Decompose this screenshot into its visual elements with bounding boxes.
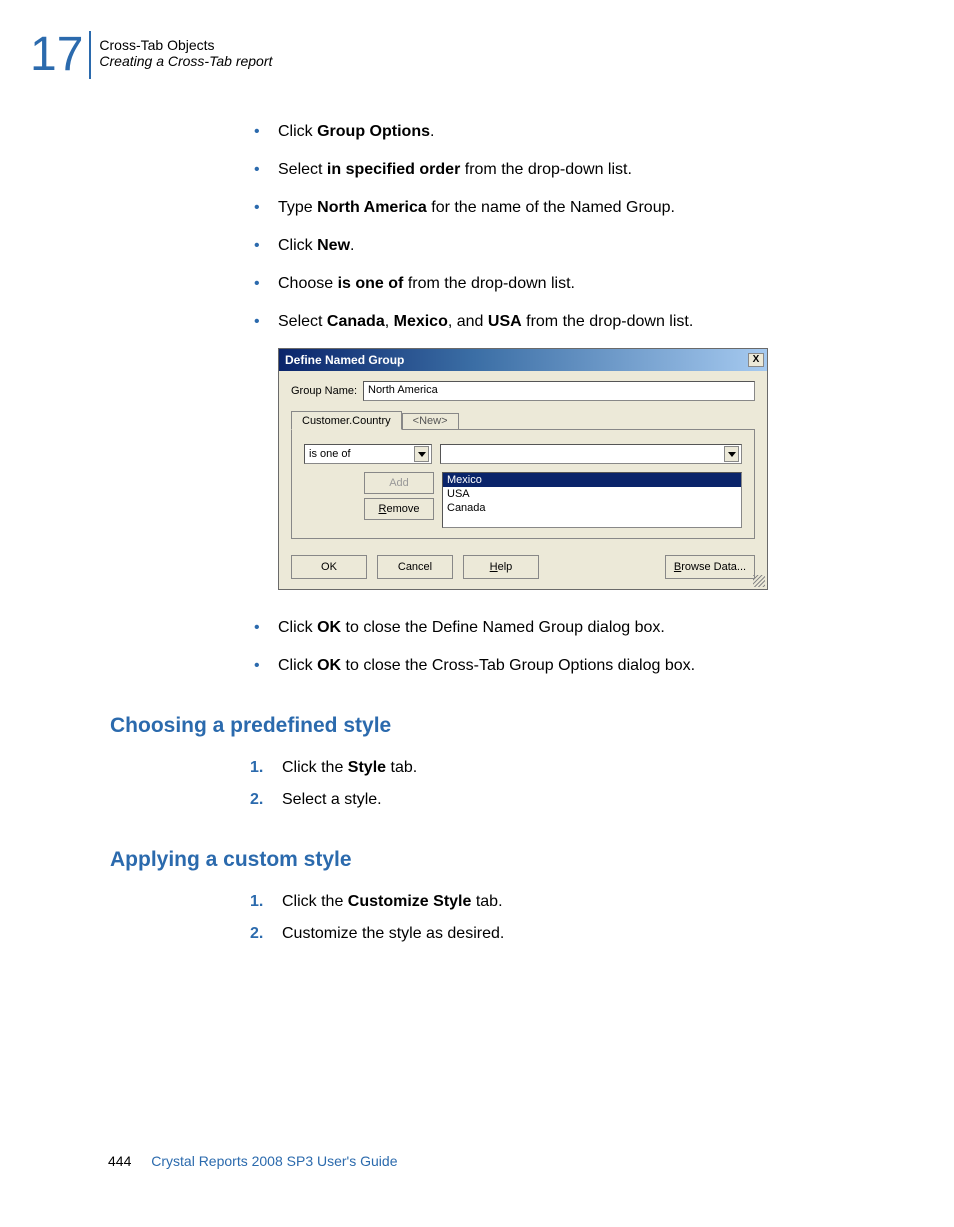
group-name-input[interactable]: North America bbox=[363, 381, 755, 401]
list-item: Select a style. bbox=[250, 788, 850, 812]
chevron-down-icon[interactable] bbox=[414, 446, 429, 462]
list-item: Click OK to close the Cross-Tab Group Op… bbox=[250, 654, 850, 678]
page-header: 17 Cross-Tab Objects Creating a Cross-Ta… bbox=[30, 35, 272, 79]
values-listbox[interactable]: Mexico USA Canada bbox=[442, 472, 742, 528]
section-heading: Applying a custom style bbox=[110, 848, 850, 872]
dialog-title: Define Named Group bbox=[285, 353, 404, 367]
group-name-label: Group Name: bbox=[291, 385, 363, 397]
list-item: Customize the style as desired. bbox=[250, 922, 850, 946]
tab-new[interactable]: <New> bbox=[402, 413, 459, 429]
list-item: Click Group Options. bbox=[250, 120, 850, 144]
help-button[interactable]: Help bbox=[463, 555, 539, 579]
header-title: Cross-Tab Objects bbox=[99, 37, 272, 53]
page-content: Click Group Options. Select in specified… bbox=[250, 120, 850, 954]
list-item: Type North America for the name of the N… bbox=[250, 196, 850, 220]
remove-button[interactable]: Remove bbox=[364, 498, 434, 520]
chapter-number: 17 bbox=[30, 31, 91, 79]
tab-body: is one of Add Remove bbox=[291, 429, 755, 539]
bullet-list-bottom: Click OK to close the Define Named Group… bbox=[250, 616, 850, 678]
list-item: Click the Customize Style tab. bbox=[250, 890, 850, 914]
list-item: Click New. bbox=[250, 234, 850, 258]
browse-data-button[interactable]: Browse Data... bbox=[665, 555, 755, 579]
resize-grip-icon[interactable] bbox=[753, 575, 765, 587]
page-number: 444 bbox=[108, 1153, 131, 1169]
page-footer: 444 Crystal Reports 2008 SP3 User's Guid… bbox=[108, 1153, 397, 1169]
list-item: Select in specified order from the drop-… bbox=[250, 158, 850, 182]
list-item[interactable]: Canada bbox=[443, 501, 741, 515]
add-button[interactable]: Add bbox=[364, 472, 434, 494]
titlebar: Define Named Group X bbox=[279, 349, 767, 371]
list-item: Choose is one of from the drop-down list… bbox=[250, 272, 850, 296]
steps-list-2: Click the Customize Style tab. Customize… bbox=[250, 890, 850, 946]
header-subtitle: Creating a Cross-Tab report bbox=[99, 53, 272, 69]
ok-button[interactable]: OK bbox=[291, 555, 367, 579]
list-item: Click the Style tab. bbox=[250, 756, 850, 780]
bullet-list-top: Click Group Options. Select in specified… bbox=[250, 120, 850, 334]
document-title: Crystal Reports 2008 SP3 User's Guide bbox=[151, 1153, 397, 1169]
define-named-group-dialog: Define Named Group X Group Name: North A… bbox=[278, 348, 768, 590]
dialog-screenshot: Define Named Group X Group Name: North A… bbox=[278, 348, 850, 590]
steps-list-1: Click the Style tab. Select a style. bbox=[250, 756, 850, 812]
value-dropdown[interactable] bbox=[440, 444, 742, 464]
cancel-button[interactable]: Cancel bbox=[377, 555, 453, 579]
close-icon[interactable]: X bbox=[748, 353, 764, 367]
tab-strip: Customer.Country <New> bbox=[291, 411, 755, 429]
list-item: Click OK to close the Define Named Group… bbox=[250, 616, 850, 640]
list-item[interactable]: USA bbox=[443, 487, 741, 501]
tab-customer-country[interactable]: Customer.Country bbox=[291, 411, 402, 430]
list-item[interactable]: Mexico bbox=[443, 473, 741, 487]
dialog-button-row: OK Cancel Help Browse Data... bbox=[279, 547, 767, 589]
chevron-down-icon[interactable] bbox=[724, 446, 739, 462]
section-heading: Choosing a predefined style bbox=[110, 714, 850, 738]
list-item: Select Canada, Mexico, and USA from the … bbox=[250, 310, 850, 334]
operator-dropdown[interactable]: is one of bbox=[304, 444, 432, 464]
